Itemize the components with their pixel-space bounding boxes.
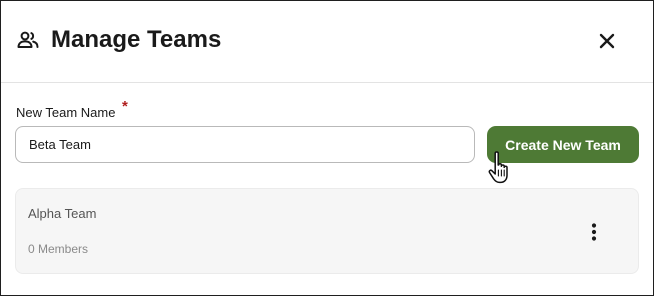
required-indicator: * (122, 98, 128, 115)
team-card: Alpha Team 0 Members (15, 188, 639, 274)
people-icon (17, 31, 39, 48)
close-icon (599, 33, 615, 49)
close-button[interactable] (595, 29, 619, 53)
team-member-count: 0 Members (28, 242, 89, 256)
new-team-name-label: New Team Name (16, 105, 116, 120)
team-name: Alpha Team (28, 206, 97, 221)
team-options-button[interactable] (582, 220, 606, 244)
more-vertical-icon (591, 223, 597, 241)
new-team-name-input[interactable] (15, 126, 475, 163)
manage-teams-dialog: Manage Teams New Team Name * Create New … (0, 0, 654, 296)
dialog-header: Manage Teams (1, 1, 653, 83)
dialog-title: Manage Teams (51, 26, 222, 53)
create-new-team-button[interactable]: Create New Team (487, 126, 639, 163)
